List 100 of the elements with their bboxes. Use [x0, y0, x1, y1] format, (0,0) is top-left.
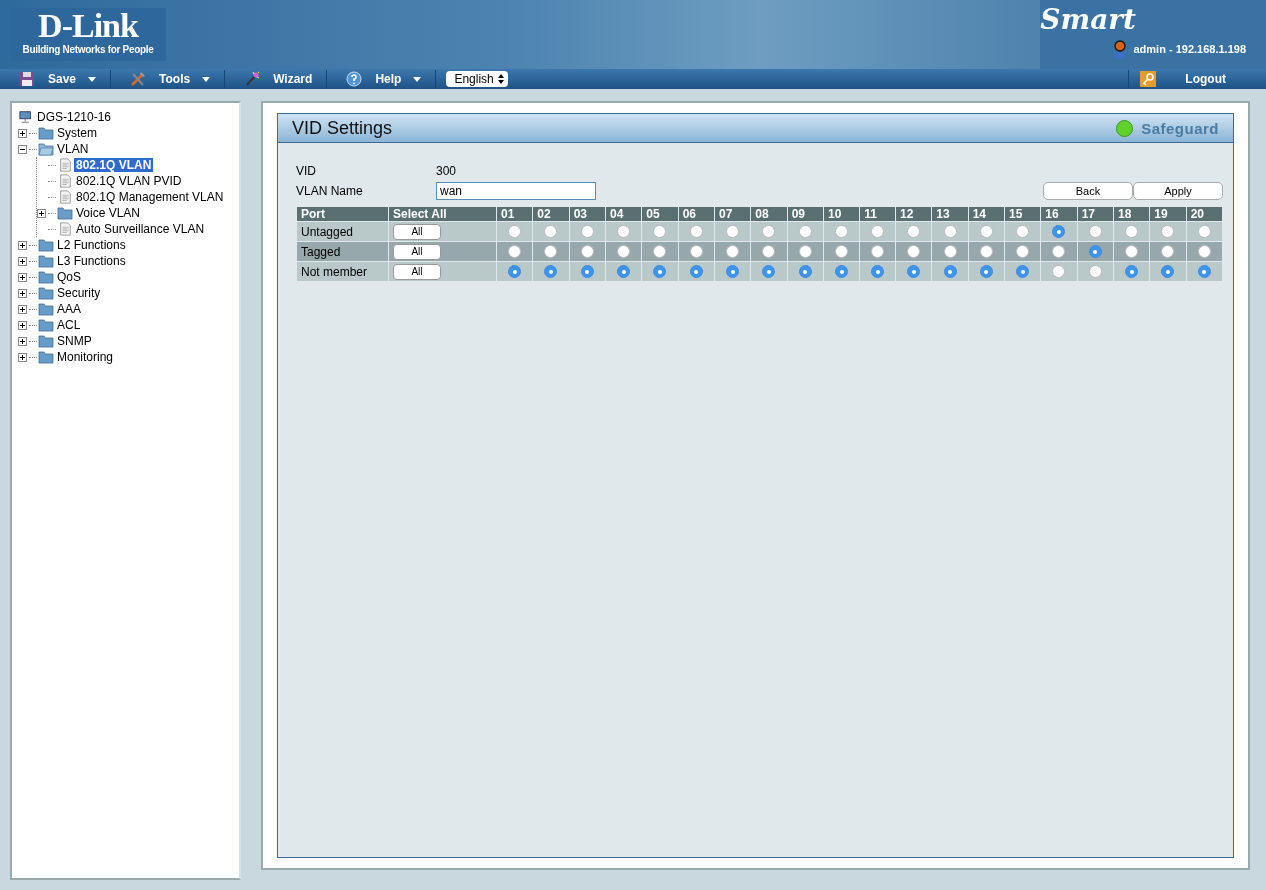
tree-item[interactable]: ACL	[55, 318, 83, 332]
radio-button[interactable]	[653, 225, 667, 238]
radio-button[interactable]	[762, 265, 776, 278]
expand-icon[interactable]	[37, 208, 46, 218]
radio-button[interactable]	[617, 225, 631, 238]
expand-icon[interactable]	[18, 240, 27, 250]
radio-button[interactable]	[508, 225, 522, 238]
radio-button[interactable]	[544, 265, 558, 278]
toolbar-menu[interactable]: Wizard	[225, 70, 328, 88]
radio-button[interactable]	[580, 245, 594, 258]
radio-button[interactable]	[798, 225, 812, 238]
select-all-button[interactable]: All	[393, 243, 441, 260]
logout-button[interactable]: Logout	[1128, 70, 1266, 88]
radio-button[interactable]	[508, 245, 522, 258]
radio-button[interactable]	[1016, 265, 1030, 278]
radio-button[interactable]	[943, 265, 957, 278]
radio-button[interactable]	[943, 245, 957, 258]
tree-item[interactable]: L2 Functions	[55, 238, 128, 252]
language-select[interactable]: English	[446, 71, 508, 87]
toolbar-menu[interactable]: Tools	[111, 70, 226, 88]
tree-item[interactable]: VLAN	[55, 142, 91, 156]
tree-item[interactable]: Voice VLAN	[74, 206, 143, 220]
tree-item[interactable]: 802.1Q VLAN	[74, 158, 154, 172]
input-field[interactable]: wan	[436, 182, 596, 200]
radio-button[interactable]	[907, 225, 921, 238]
tree-item[interactable]: Monitoring	[55, 350, 116, 364]
radio-button[interactable]	[979, 225, 993, 238]
radio-button[interactable]	[1016, 245, 1030, 258]
toolbar-menu[interactable]: Help	[327, 70, 437, 88]
radio-button[interactable]	[835, 225, 849, 238]
radio-button[interactable]	[1161, 245, 1175, 258]
tree-item[interactable]: Auto Surveillance VLAN	[74, 222, 207, 236]
radio-button[interactable]	[689, 245, 703, 258]
tree-item[interactable]: AAA	[55, 302, 83, 316]
radio-button[interactable]	[1197, 225, 1211, 238]
tree-item[interactable]: Security	[55, 286, 103, 300]
column-header: 05	[641, 207, 679, 222]
expand-icon[interactable]	[18, 352, 27, 362]
radio-button[interactable]	[544, 225, 558, 238]
tree-item[interactable]: L3 Functions	[55, 254, 128, 268]
radio-button[interactable]	[871, 265, 885, 278]
expand-icon[interactable]	[18, 256, 27, 266]
radio-button[interactable]	[1197, 265, 1211, 278]
tree-item[interactable]: System	[55, 126, 99, 140]
radio-button[interactable]	[798, 245, 812, 258]
radio-button[interactable]	[726, 225, 740, 238]
radio-button[interactable]	[580, 265, 594, 278]
radio-button[interactable]	[1052, 265, 1066, 278]
radio-button[interactable]	[871, 245, 885, 258]
radio-button[interactable]	[907, 245, 921, 258]
expand-icon[interactable]	[18, 128, 27, 138]
action-button[interactable]: Apply	[1133, 182, 1223, 200]
radio-button[interactable]	[1088, 225, 1102, 238]
radio-button[interactable]	[943, 225, 957, 238]
radio-button[interactable]	[1088, 265, 1102, 278]
select-all-button[interactable]: All	[393, 263, 441, 280]
radio-button[interactable]	[762, 245, 776, 258]
radio-button[interactable]	[1088, 245, 1102, 258]
select-all-button[interactable]: All	[393, 223, 441, 240]
expand-icon[interactable]	[18, 320, 27, 330]
radio-button[interactable]	[1161, 225, 1175, 238]
radio-button[interactable]	[1161, 265, 1175, 278]
radio-button[interactable]	[835, 265, 849, 278]
tree-item[interactable]: QoS	[55, 270, 83, 284]
radio-button[interactable]	[835, 245, 849, 258]
radio-button[interactable]	[1052, 225, 1066, 238]
radio-button[interactable]	[726, 265, 740, 278]
radio-button[interactable]	[1197, 245, 1211, 258]
action-button[interactable]: Back	[1043, 182, 1133, 200]
expand-icon[interactable]	[18, 288, 27, 298]
collapse-icon[interactable]	[18, 144, 27, 154]
tree-item[interactable]: SNMP	[55, 334, 94, 348]
tree-item[interactable]: 802.1Q Management VLAN	[74, 190, 226, 204]
toolbar-menu[interactable]: Save	[0, 70, 112, 88]
radio-button[interactable]	[979, 265, 993, 278]
radio-button[interactable]	[762, 225, 776, 238]
radio-button[interactable]	[1125, 225, 1139, 238]
tree-root[interactable]: DGS-1210-16	[35, 110, 114, 124]
radio-button[interactable]	[617, 265, 631, 278]
radio-button[interactable]	[544, 245, 558, 258]
radio-button[interactable]	[726, 245, 740, 258]
expand-icon[interactable]	[18, 272, 27, 282]
radio-button[interactable]	[907, 265, 921, 278]
radio-button[interactable]	[1052, 245, 1066, 258]
radio-button[interactable]	[1125, 245, 1139, 258]
radio-button[interactable]	[979, 245, 993, 258]
radio-button[interactable]	[617, 245, 631, 258]
expand-icon[interactable]	[18, 304, 27, 314]
radio-button[interactable]	[1125, 265, 1139, 278]
radio-button[interactable]	[871, 225, 885, 238]
radio-button[interactable]	[508, 265, 522, 278]
radio-button[interactable]	[653, 245, 667, 258]
radio-button[interactable]	[798, 265, 812, 278]
radio-button[interactable]	[580, 225, 594, 238]
radio-button[interactable]	[689, 265, 703, 278]
tree-item[interactable]: 802.1Q VLAN PVID	[74, 174, 184, 188]
radio-button[interactable]	[689, 225, 703, 238]
expand-icon[interactable]	[18, 336, 27, 346]
radio-button[interactable]	[1016, 225, 1030, 238]
radio-button[interactable]	[653, 265, 667, 278]
